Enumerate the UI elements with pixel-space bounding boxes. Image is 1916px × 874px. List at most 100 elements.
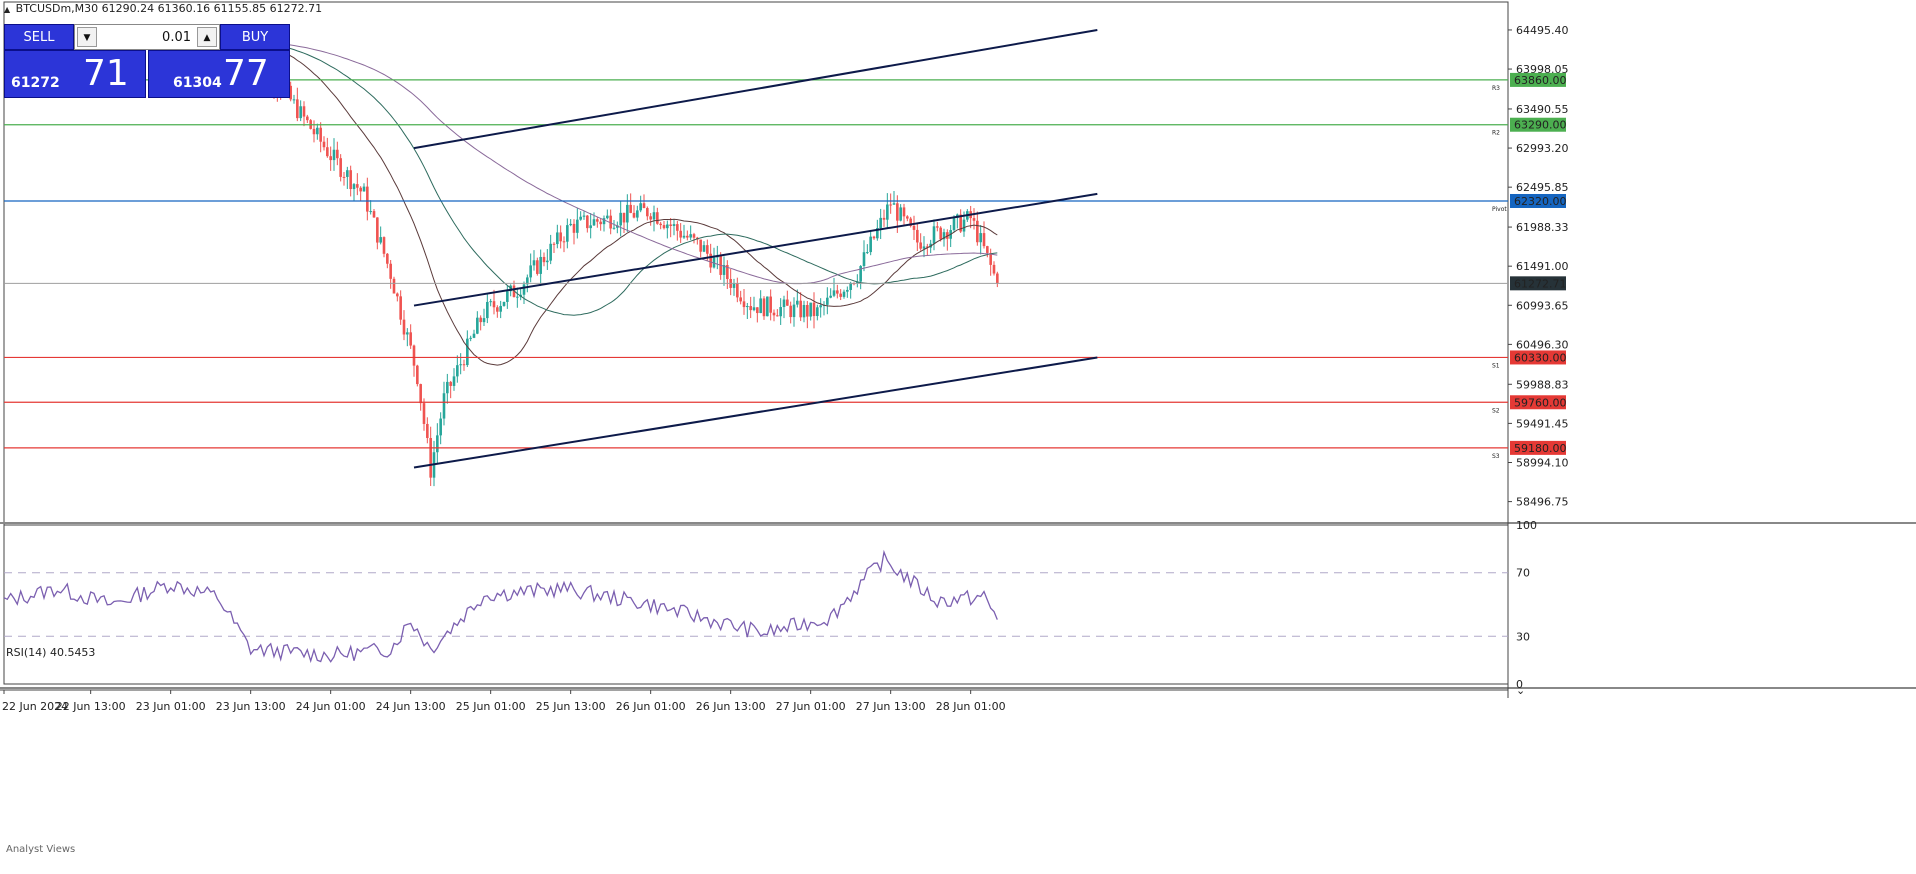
level-tag-s2: S2 [1492,407,1500,414]
candle-body [612,227,616,229]
price-axis-label: 62993.20 [1516,142,1569,155]
candle-body [556,232,559,245]
candle-body [916,229,919,243]
chart-canvas[interactable]: 64495.4063998.0563490.5562993.2062495.85… [0,0,1916,874]
candle-body [996,273,999,284]
candle-body [812,302,816,317]
candle-body [349,170,352,190]
time-axis-label: 27 Jun 13:00 [856,700,926,713]
buy-price-main: 61304 [173,75,222,91]
one-click-trading-panel: SELL ▼ 0.01 ▲ BUY 61272 71 61304 77 [4,24,290,98]
candle-body [596,219,599,222]
candle-body [386,253,389,264]
price-axis-label: 60496.30 [1516,338,1569,351]
candle-body [799,300,802,318]
candle-body [889,204,892,206]
candle-body [679,230,682,238]
sell-price-box[interactable]: 61272 71 [4,50,146,98]
candle-body [419,384,422,404]
candle-body [902,207,906,217]
candle-body [382,237,386,254]
candle-body [706,245,709,254]
candle-body [406,332,409,335]
candle-body [569,223,572,226]
candle-body [319,127,322,142]
candle-body [326,147,329,157]
candle-body [752,307,756,311]
time-axis-label: 27 Jun 01:00 [776,700,846,713]
candle-body [686,235,689,238]
candle-body [709,253,712,268]
candle-body [582,215,586,217]
candle-body [772,312,776,316]
candle-body [429,438,432,478]
rsi-axis-label: 30 [1516,630,1530,643]
candle-body [439,418,442,436]
candle-body [912,225,916,230]
candle-body [376,217,379,243]
candle-body [366,186,369,212]
candle-body [656,212,659,224]
buy-price-box[interactable]: 61304 77 [148,50,290,98]
ohlc-values: 61290.24 61360.16 61155.85 61272.71 [101,2,323,15]
price-axis-label: 59988.83 [1516,378,1569,391]
candle-body [896,203,899,221]
candle-body [832,290,836,296]
time-axis-label: 25 Jun 01:00 [456,700,526,713]
candle-body [506,291,509,302]
candle-body [409,332,412,346]
analyst-views-tab[interactable]: Analyst Views [6,844,75,855]
time-axis-label: 26 Jun 13:00 [696,700,766,713]
candle-body [792,304,796,318]
candle-body [486,301,489,319]
candle-body [489,301,492,303]
sell-button[interactable]: SELL [4,24,74,50]
candle-body [552,243,556,245]
candle-body [669,224,672,226]
candle-body [952,218,956,231]
rsi-title: RSI(14) 40.5453 [6,646,96,659]
price-axis-label: 59491.45 [1516,417,1569,430]
candle-body [539,256,542,274]
lot-decrease-icon[interactable]: ▼ [77,27,97,47]
candle-body [322,141,326,148]
channel-line [413,192,1098,307]
candle-body [299,106,302,119]
candle-body [426,423,429,439]
collapse-icon[interactable]: ▲ [4,5,10,14]
time-axis-label: 24 Jun 01:00 [296,700,366,713]
lot-size-field[interactable]: ▼ 0.01 ▲ [74,24,220,50]
candle-body [702,245,706,252]
candle-body [932,226,936,244]
candle-body [879,217,882,229]
level-tag-r3: R3 [1492,85,1500,92]
candle-body [862,252,866,267]
rsi-axis-label: 70 [1516,567,1530,580]
candle-body [662,225,666,229]
candle-body [589,225,592,229]
candle-body [606,215,609,219]
time-axis-label: 23 Jun 01:00 [136,700,206,713]
candle-body [469,337,472,339]
lot-increase-icon[interactable]: ▲ [197,27,217,47]
candle-body [306,116,309,121]
candle-body [782,299,786,308]
candle-body [882,217,886,220]
candle-body [402,319,406,335]
candle-body [562,241,566,243]
candle-body [442,393,446,419]
price-axis-label: 58496.75 [1516,496,1569,509]
rsi-axis-caret: ⌄ [1516,684,1525,697]
candles [249,38,999,487]
candle-body [836,290,839,294]
time-axis-label: 24 Jun 13:00 [376,700,446,713]
candle-body [872,236,876,239]
level-price-label: 59760.00 [1514,396,1567,409]
candle-body [746,305,749,308]
buy-button[interactable]: BUY [220,24,290,50]
candle-body [626,204,629,223]
candle-body [356,184,359,188]
lot-size-value[interactable]: 0.01 [162,25,191,51]
candle-body [622,212,626,223]
time-axis-label: 26 Jun 01:00 [616,700,686,713]
